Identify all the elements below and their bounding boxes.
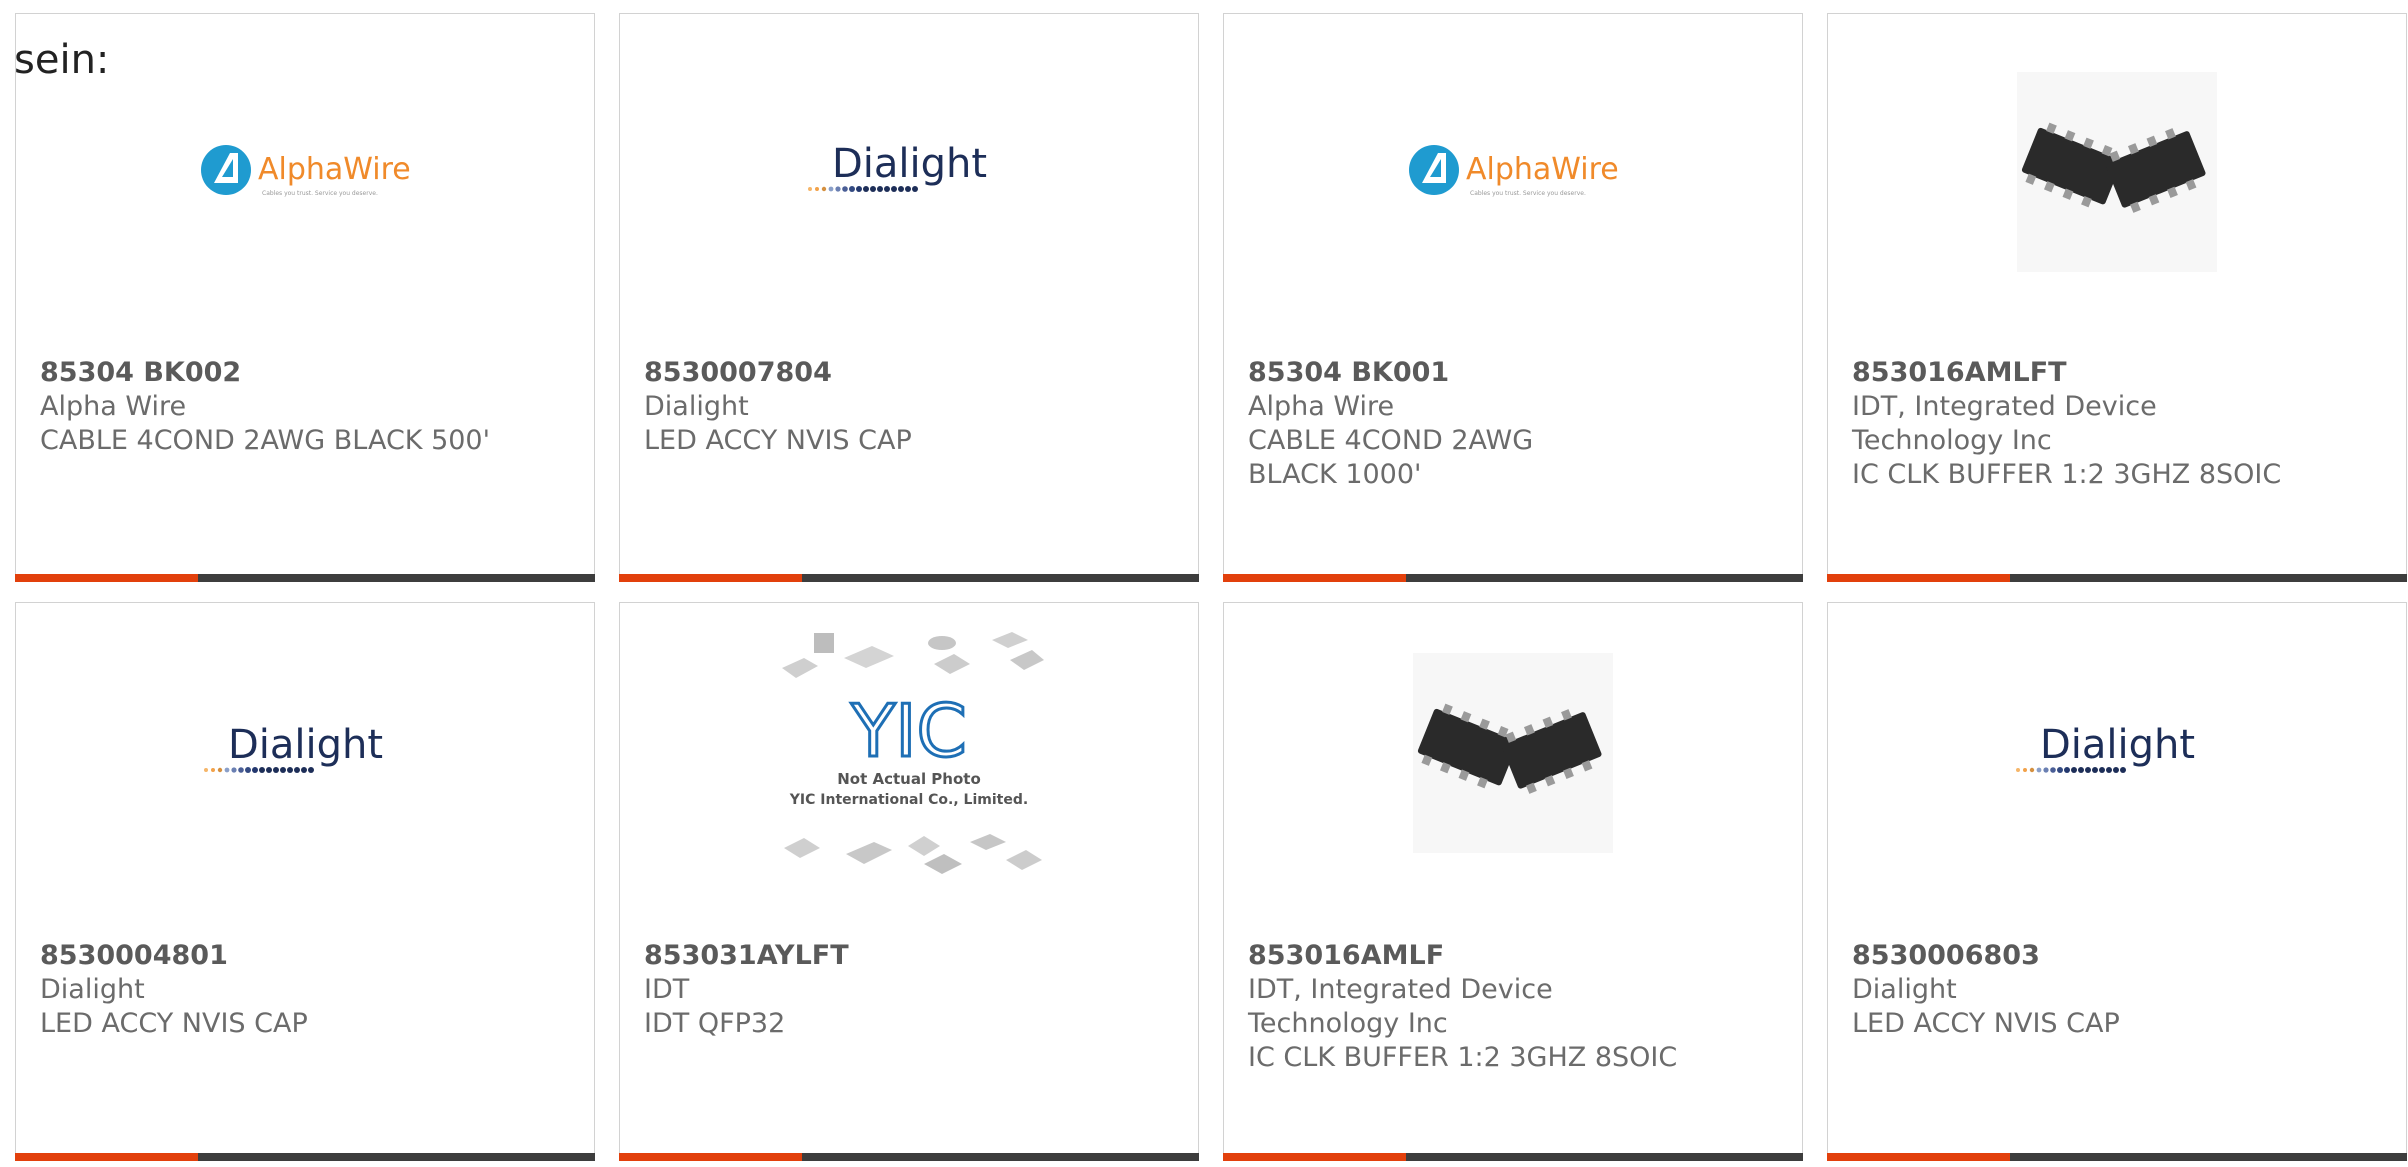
product-info: 85304 BK001 Alpha Wire CABLE 4COND 2AWG … xyxy=(1248,356,1782,492)
description: IDT QFP32 xyxy=(644,1008,786,1039)
product-image[interactable]: AlphaWire Cables you trust. Service you … xyxy=(16,64,594,279)
alphawire-logo-text: AlphaWire xyxy=(1466,152,1618,187)
part-number-link[interactable]: 853031AYLFT xyxy=(644,939,1178,973)
product-card[interactable]: AlphaWire Cables you trust. Service you … xyxy=(15,13,595,582)
card-accent-bar xyxy=(15,574,595,582)
part-number-link[interactable]: 85304 BK002 xyxy=(40,356,574,390)
dialight-logo-icon: Dialight xyxy=(204,722,383,773)
manufacturer: IDT, Integrated Device Technology Inc xyxy=(1248,974,1553,1039)
product-grid: AlphaWire Cables you trust. Service you … xyxy=(15,13,2407,582)
product-grid-page: sein: AlphaWire Cables you trust. Servic… xyxy=(0,0,2408,1167)
yic-logo-text: YIC xyxy=(850,689,967,773)
description: IC CLK BUFFER 1:2 3GHZ 8SOIC xyxy=(1852,459,2282,490)
manufacturer: Dialight xyxy=(1852,974,1957,1005)
dialight-logo-text: Dialight xyxy=(2040,722,2195,768)
manufacturer: IDT, Integrated Device Technology Inc xyxy=(1852,391,2157,456)
product-image[interactable] xyxy=(1828,64,2406,279)
product-card[interactable]: Dialight xyxy=(619,13,1199,582)
part-number-link[interactable]: 853016AMLF xyxy=(1248,939,1782,973)
part-number-link[interactable]: 853016AMLFT xyxy=(1852,356,2386,390)
product-card[interactable]: 853016AMLF IDT, Integrated Device Techno… xyxy=(1223,602,1803,1161)
alphawire-logo-icon: AlphaWire Cables you trust. Service you … xyxy=(201,144,410,197)
dialight-logo-text: Dialight xyxy=(228,722,383,768)
product-card[interactable]: Dialight xyxy=(1827,602,2407,1161)
product-image[interactable]: Dialight xyxy=(16,645,594,860)
product-info: 853016AMLFT IDT, Integrated Device Techn… xyxy=(1852,356,2386,492)
card-accent-bar xyxy=(1223,1153,1803,1161)
soic-chip-icon xyxy=(1413,652,1613,853)
product-image[interactable]: Dialight xyxy=(620,64,1198,279)
description: IC CLK BUFFER 1:2 3GHZ 8SOIC xyxy=(1248,1042,1678,1073)
yic-photo-company: YIC International Co., Limited. xyxy=(789,792,1028,808)
alphawire-logo-text: AlphaWire xyxy=(258,152,410,187)
dialight-logo-icon: Dialight xyxy=(808,141,987,192)
description: CABLE 4COND 2AWG BLACK 500' xyxy=(40,425,491,456)
part-number-link[interactable]: 8530004801 xyxy=(40,939,574,973)
product-image[interactable] xyxy=(1224,645,1802,860)
manufacturer: Dialight xyxy=(40,974,145,1005)
card-accent-bar xyxy=(1827,574,2407,582)
product-card[interactable]: AlphaWire Cables you trust. Service you … xyxy=(1223,13,1803,582)
card-accent-bar xyxy=(619,1153,1199,1161)
part-number-link[interactable]: 85304 BK001 xyxy=(1248,356,1782,390)
dialight-logo-text: Dialight xyxy=(832,141,987,187)
dialight-logo-icon: Dialight xyxy=(2016,722,2195,773)
product-info: 853016AMLF IDT, Integrated Device Techno… xyxy=(1248,939,1782,1075)
product-info: 8530004801 Dialight LED ACCY NVIS CAP xyxy=(40,939,574,1041)
alphawire-tagline: Cables you trust. Service you deserve. xyxy=(1470,190,1586,197)
product-image[interactable]: Dialight xyxy=(1828,645,2406,860)
part-number-link[interactable]: 8530006803 xyxy=(1852,939,2386,973)
product-card[interactable]: YIC Not Actual Photo YIC International C… xyxy=(619,602,1199,1161)
description: LED ACCY NVIS CAP xyxy=(644,425,912,456)
product-card[interactable]: Dialight xyxy=(15,602,595,1161)
manufacturer: Alpha Wire xyxy=(1248,391,1395,422)
alphawire-tagline: Cables you trust. Service you deserve. xyxy=(262,190,378,197)
description: LED ACCY NVIS CAP xyxy=(1852,1008,2120,1039)
card-accent-bar xyxy=(619,574,1199,582)
card-accent-bar xyxy=(15,1153,595,1161)
soic-chip-icon xyxy=(2017,71,2217,272)
alphawire-logo-icon: AlphaWire Cables you trust. Service you … xyxy=(1409,144,1618,197)
product-image[interactable]: YIC Not Actual Photo YIC International C… xyxy=(620,631,1198,874)
manufacturer: Dialight xyxy=(644,391,749,422)
card-accent-bar xyxy=(1827,1153,2407,1161)
manufacturer: IDT xyxy=(644,974,690,1005)
product-info: 853031AYLFT IDT IDT QFP32 xyxy=(644,939,1178,1041)
description: CABLE 4COND 2AWG BLACK 1000' xyxy=(1248,425,1534,490)
description: LED ACCY NVIS CAP xyxy=(40,1008,308,1039)
product-card[interactable]: 853016AMLFT IDT, Integrated Device Techn… xyxy=(1827,13,2407,582)
section-heading: sein: xyxy=(14,37,110,83)
part-number-link[interactable]: 8530007804 xyxy=(644,356,1178,390)
manufacturer: Alpha Wire xyxy=(40,391,187,422)
product-image[interactable]: AlphaWire Cables you trust. Service you … xyxy=(1224,64,1802,279)
product-grid-row-2: Dialight 8530004801 Dialight LED ACCY NV… xyxy=(15,602,2407,1161)
product-info: 8530006803 Dialight LED ACCY NVIS CAP xyxy=(1852,939,2386,1041)
card-accent-bar xyxy=(1223,574,1803,582)
product-info: 8530007804 Dialight LED ACCY NVIS CAP xyxy=(644,356,1178,458)
product-info: 85304 BK002 Alpha Wire CABLE 4COND 2AWG … xyxy=(40,356,574,458)
yic-photo-note: Not Actual Photo xyxy=(837,770,981,788)
yic-placeholder-icon: YIC Not Actual Photo YIC International C… xyxy=(782,631,1044,874)
